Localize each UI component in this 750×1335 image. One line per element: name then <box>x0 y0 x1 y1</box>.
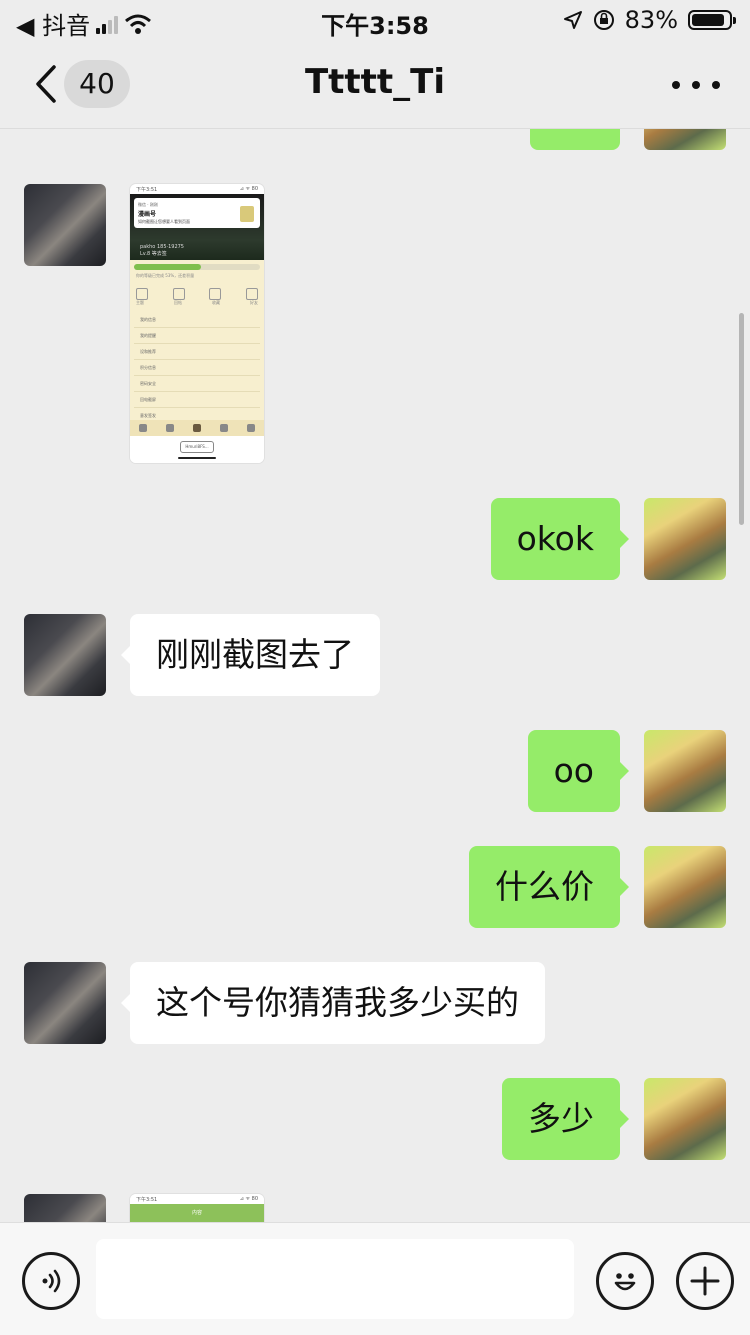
voice-icon <box>42 1269 61 1293</box>
image-message[interactable]: 下午3:51 ⊿ ᯤ 80 内容 <box>130 1194 264 1222</box>
screenshot-tab-icon <box>209 288 222 300</box>
screenshot-tabbar <box>130 420 264 436</box>
my-avatar[interactable] <box>644 129 726 150</box>
screenshot-notification-card: 微信 · 刚刚 漫画号 如何截图让您想要人看到页面 <box>134 198 260 228</box>
scrollbar[interactable] <box>739 313 744 525</box>
message-text: 这个号你猜猜我多少买的 <box>156 983 519 1022</box>
message-input[interactable] <box>96 1239 574 1319</box>
orientation-lock-icon <box>593 10 614 30</box>
plus-icon <box>690 1266 720 1296</box>
message-bubble[interactable]: oo <box>527 730 630 812</box>
screenshot-tab-icon <box>245 288 258 300</box>
screenshot-tab-icon <box>136 288 148 300</box>
screenshot-status-bar: 下午3:51 ⊿ ᯤ 80 <box>130 184 264 194</box>
screenshot-bar-title: 内容 <box>191 1210 202 1216</box>
screenshot-menu-row: 积分信息 <box>134 360 260 376</box>
ellipsis-dot <box>712 81 720 89</box>
battery-icon <box>688 10 736 30</box>
ellipsis-dot <box>692 81 700 89</box>
screenshot-title-bar: 内容 <box>130 1204 264 1222</box>
screenshot-menu-row: 回电截屏 <box>134 392 260 408</box>
screenshot-tab-label: 主题 <box>136 300 144 305</box>
my-avatar[interactable] <box>644 730 726 812</box>
screenshot-home-indicator <box>178 457 216 459</box>
message-bubble[interactable]: 多少 <box>502 1078 629 1160</box>
voice-button[interactable] <box>22 1252 80 1310</box>
screenshot-time: 下午3:51 <box>136 187 158 193</box>
ellipsis-icon <box>672 81 680 89</box>
message-text: okok <box>516 519 594 558</box>
screenshot-progress-bar <box>134 264 260 270</box>
screenshot-card-title: 漫画号 <box>138 211 157 218</box>
message-bubble[interactable]: okok <box>490 498 630 580</box>
screenshot-user-line: pakho 185·19275 Lv.8 等去签 <box>140 244 184 257</box>
message-bubble[interactable]: 这个号你猜猜我多少买的 <box>121 962 545 1044</box>
screenshot-home-icon <box>139 424 148 432</box>
screenshot-status-right: ⊿ ᯤ 80 <box>239 1196 258 1202</box>
message-bubble[interactable]: 刚刚截图去了 <box>121 614 380 696</box>
emoji-icon <box>614 1273 636 1291</box>
contact-avatar[interactable] <box>24 184 106 266</box>
screenshot-menu-rows: 我的信息 我的提醒 设和推荐 积分信息 密码安全 回电截屏 意发签发 <box>134 312 260 424</box>
screenshot-body: 你的等级已完成 53%，还差积量 主题 回帖 收藏 好友 我的信息 我的提醒 设… <box>130 260 264 424</box>
screenshot-browser-bar: Hmuri8FS... <box>130 436 264 463</box>
screenshot-plus-icon <box>192 424 201 432</box>
screenshot-progress-fill <box>134 264 201 270</box>
screenshot-url: Hmuri8FS... <box>180 441 214 453</box>
my-avatar[interactable] <box>644 1078 726 1160</box>
screenshot-menu-row: 密码安全 <box>134 376 260 392</box>
screenshot-menu-row: 我的提醒 <box>134 328 260 344</box>
screenshot-user-icon <box>246 424 255 432</box>
my-avatar[interactable] <box>644 846 726 928</box>
more-button[interactable] <box>672 70 720 100</box>
screenshot-icon-row <box>136 288 258 300</box>
screenshot-bell-icon <box>219 424 228 432</box>
screenshot-tab-label: 收藏 <box>212 300 220 305</box>
location-icon <box>563 11 582 29</box>
emoji-button[interactable] <box>596 1252 654 1310</box>
screenshot-card-thumb <box>240 206 254 222</box>
message-bubble-partial[interactable] <box>530 129 620 150</box>
screenshot-time: 下午3:51 <box>136 1197 158 1203</box>
message-text: 刚刚截图去了 <box>156 635 354 674</box>
image-message[interactable]: 下午3:51 ⊿ ᯤ 80 pakho 185·19275 Lv.8 等去签 微… <box>130 184 264 463</box>
battery-percent: 83% <box>624 6 678 34</box>
screenshot-tab-label: 好友 <box>250 300 258 305</box>
contact-avatar[interactable] <box>24 962 106 1044</box>
screenshot-user-level: Lv.8 等去签 <box>140 251 167 257</box>
message-text: 什么价 <box>495 867 594 906</box>
status-right: 83% <box>563 6 736 34</box>
contact-avatar[interactable] <box>24 614 106 696</box>
plus-button[interactable] <box>676 1252 734 1310</box>
screenshot-status-right: ⊿ ᯤ 80 <box>239 186 258 192</box>
status-bar: ◀ 抖音 下午3:58 83% <box>0 0 750 40</box>
screenshot-tab-icon <box>172 288 185 300</box>
message-list[interactable]: 下午3:51 ⊿ ᯤ 80 pakho 185·19275 Lv.8 等去签 微… <box>0 129 750 1222</box>
chat-title: Ttttt_Ti <box>304 62 446 102</box>
message-bubble[interactable]: 什么价 <box>469 846 629 928</box>
chat-header: 40 Ttttt_Ti <box>0 40 750 129</box>
contact-avatar[interactable] <box>24 1194 106 1222</box>
screenshot-tab-labels: 主题 回帖 收藏 好友 <box>136 300 258 306</box>
screenshot-menu-row: 我的信息 <box>134 312 260 328</box>
screenshot-card-source: 微信 · 刚刚 <box>138 202 158 207</box>
message-text: oo <box>553 751 594 790</box>
screenshot-chat-icon <box>166 424 175 432</box>
input-bar <box>0 1222 750 1335</box>
screenshot-tab-label: 回帖 <box>174 300 182 305</box>
screenshot-status-bar: 下午3:51 ⊿ ᯤ 80 <box>130 1194 264 1204</box>
screenshot-card-text: 如何截图让您想要人看到页面 <box>138 219 190 224</box>
my-avatar[interactable] <box>644 498 726 580</box>
screenshot-menu-row: 设和推荐 <box>134 344 260 360</box>
screenshot-progress-text: 你的等级已完成 53%，还差积量 <box>136 273 195 278</box>
message-text: 多少 <box>528 1099 594 1138</box>
